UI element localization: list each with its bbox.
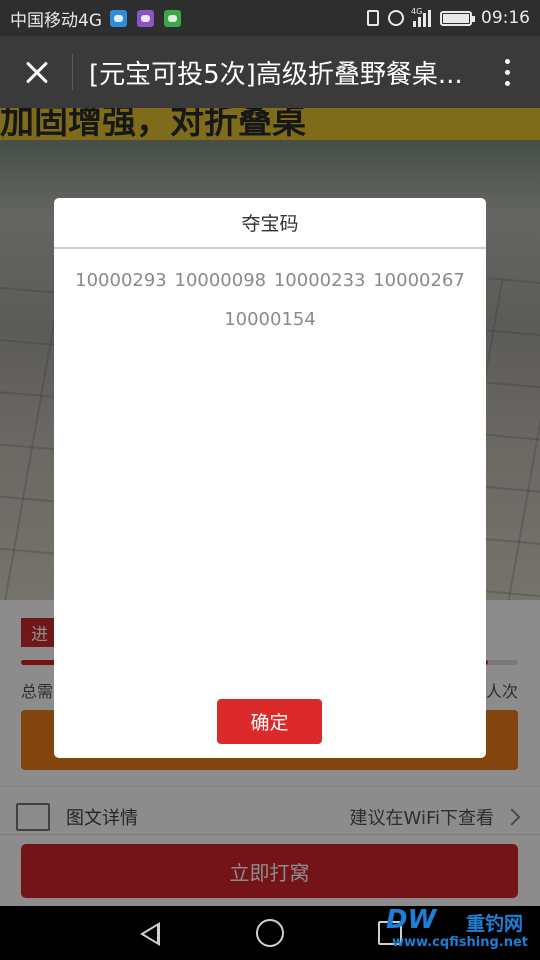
title-bar: [元宝可投5次]高级折叠野餐桌... [0,36,540,108]
network-type-label: 4G [411,6,423,16]
lottery-code: 10000233 [273,270,366,291]
alarm-icon [388,10,404,26]
lottery-code-dialog: 夺宝码 10000293 10000098 10000233 10000267 … [54,198,486,758]
lottery-code: 10000267 [373,270,465,291]
close-icon[interactable] [0,36,72,108]
confirm-button[interactable]: 确定 [217,699,322,744]
watermark-logo: DW [386,905,437,935]
photo-app-icon [137,9,154,27]
battery-icon [440,10,475,26]
dialog-title: 夺宝码 [54,198,486,249]
watermark-brand: 重钓网 [466,913,524,935]
clock: 09:16 [481,8,530,28]
lottery-code: 10000293 [75,270,167,291]
more-options-icon[interactable] [474,36,540,108]
watermark-url: www.cqfishing.net [392,935,529,950]
code-list: 10000293 10000098 10000233 10000267 1000… [54,249,486,339]
back-icon[interactable] [140,922,160,946]
status-icons: 4G 09:16 [367,6,530,28]
carrier-label: 中国移动4G [10,10,102,31]
vibrate-icon [367,10,379,26]
home-icon[interactable] [256,919,284,947]
signal-icon: 4G [411,6,431,27]
title-divider [72,54,73,90]
lottery-code: 10000154 [224,309,316,330]
wechat-icon [164,9,181,27]
lottery-code: 10000098 [174,270,267,291]
status-bar: 中国移动4G 4G 09:16 [0,0,540,36]
chat-bubble-icon [110,9,127,27]
site-watermark: DW 重钓网 www.cqfishing.net [386,905,536,957]
page-title: [元宝可投5次]高级折叠野餐桌... [89,59,463,90]
